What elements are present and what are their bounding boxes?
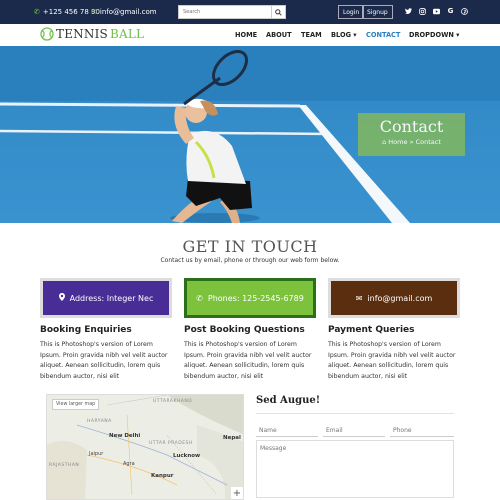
home-icon: ⌂ bbox=[382, 138, 387, 146]
section-subtitle: Contact us by email, phone or through ou… bbox=[160, 257, 340, 264]
email-field[interactable] bbox=[323, 423, 385, 437]
section-title: GET IN TOUCH bbox=[182, 237, 318, 256]
map-label-kanpur: Kanpur bbox=[151, 473, 174, 479]
logo-text-tennis: TENNIS bbox=[56, 27, 108, 41]
address-box: Address: Integer Nec bbox=[40, 278, 172, 318]
payment-queries-title: Payment Queries bbox=[328, 325, 415, 335]
nav-contact[interactable]: CONTACT bbox=[366, 31, 400, 39]
nav-dropdown[interactable]: DROPDOWN ▾ bbox=[409, 31, 459, 39]
search-input[interactable] bbox=[178, 5, 272, 19]
tennis-ball-icon bbox=[40, 27, 54, 41]
phone-box: ✆ Phones: 125-2545-6789 bbox=[184, 278, 316, 318]
map-terrain bbox=[47, 395, 243, 499]
phone-icon: ✆ bbox=[196, 293, 203, 303]
signup-button[interactable]: Signup bbox=[362, 5, 393, 19]
search-icon bbox=[275, 8, 282, 16]
nav-team[interactable]: TEAM bbox=[301, 31, 322, 39]
form-divider bbox=[256, 413, 454, 414]
map-label-haryana: HARYANA bbox=[87, 419, 112, 424]
message-field[interactable] bbox=[256, 440, 454, 498]
hero-banner: Contact ⌂ Home » Contact bbox=[0, 46, 500, 223]
post-booking-title: Post Booking Questions bbox=[184, 325, 305, 335]
pinterest-icon[interactable] bbox=[461, 7, 468, 15]
logo-text-ball: BALL bbox=[109, 27, 145, 41]
instagram-icon[interactable] bbox=[419, 7, 426, 15]
google-map[interactable]: View larger map UTTARAKHAND HARYANA New … bbox=[46, 394, 244, 500]
address-text: Address: Integer Nec bbox=[69, 293, 154, 303]
form-title: Sed Augue! bbox=[256, 395, 321, 406]
site-logo[interactable]: TENNIS BALL bbox=[40, 27, 144, 41]
map-label-new-delhi: New Delhi bbox=[109, 433, 141, 439]
map-label-nepal: Nepal bbox=[223, 435, 241, 441]
social-links: G bbox=[405, 7, 468, 15]
map-marker-icon bbox=[58, 293, 65, 303]
nav-blog[interactable]: BLOG ▾ bbox=[331, 31, 357, 39]
topbar-email-text: info@gmail.com bbox=[99, 8, 157, 16]
map-label-jaipur: Jaipur bbox=[89, 451, 104, 457]
phone-text: Phones: 125-2545-6789 bbox=[207, 293, 304, 303]
map-label-rajasthan: RAJASTHAN bbox=[49, 463, 80, 468]
booking-enquiries-text: This is Photoshop's version of Lorem Ips… bbox=[40, 341, 168, 380]
map-label-uttar-pradesh: UTTAR PRADESH bbox=[149, 441, 193, 446]
payment-queries-text: This is Photoshop's version of Lorem Ips… bbox=[328, 341, 456, 380]
view-larger-map-link[interactable]: View larger map bbox=[52, 399, 100, 410]
main-navbar: TENNIS BALL HOME ABOUT TEAM BLOG ▾ CONTA… bbox=[0, 24, 500, 46]
nav-about[interactable]: ABOUT bbox=[266, 31, 292, 39]
search-form bbox=[178, 5, 286, 19]
phone-field[interactable] bbox=[390, 423, 454, 437]
breadcrumb: ⌂ Home » Contact bbox=[358, 138, 465, 146]
envelope-icon: ✉ bbox=[91, 8, 97, 16]
breadcrumb-current: Contact bbox=[415, 138, 441, 146]
map-label-uttarakhand: UTTARAKHAND bbox=[153, 399, 193, 404]
post-booking-text: This is Photoshop's version of Lorem Ips… bbox=[184, 341, 312, 380]
google-icon[interactable]: G bbox=[447, 7, 454, 15]
map-label-lucknow: Lucknow bbox=[173, 453, 201, 459]
booking-enquiries-title: Booking Enquiries bbox=[40, 325, 132, 335]
map-label-agra: Agra bbox=[123, 461, 135, 467]
envelope-icon: ✉ bbox=[355, 293, 363, 303]
youtube-icon[interactable] bbox=[433, 7, 440, 15]
search-button[interactable] bbox=[272, 5, 286, 19]
name-field[interactable] bbox=[256, 423, 318, 437]
hero-title: Contact bbox=[379, 117, 444, 136]
nav-home[interactable]: HOME bbox=[235, 31, 257, 39]
topbar-email: ✉ info@gmail.com bbox=[91, 8, 157, 16]
phone-icon: ✆ bbox=[34, 8, 40, 16]
map-zoom-in-button[interactable]: + bbox=[231, 487, 243, 499]
hero-contact-box: Contact ⌂ Home » Contact bbox=[358, 113, 465, 156]
twitter-icon[interactable] bbox=[405, 7, 412, 15]
email-box: ✉ info@gmail.com bbox=[328, 278, 460, 318]
breadcrumb-home[interactable]: Home bbox=[388, 138, 407, 146]
breadcrumb-separator: » bbox=[409, 138, 414, 146]
login-button[interactable]: Login bbox=[338, 5, 365, 19]
top-bar: ✆ +125 456 78 90 ✉ info@gmail.com Login … bbox=[0, 0, 500, 24]
email-text[interactable]: info@gmail.com bbox=[367, 294, 432, 303]
